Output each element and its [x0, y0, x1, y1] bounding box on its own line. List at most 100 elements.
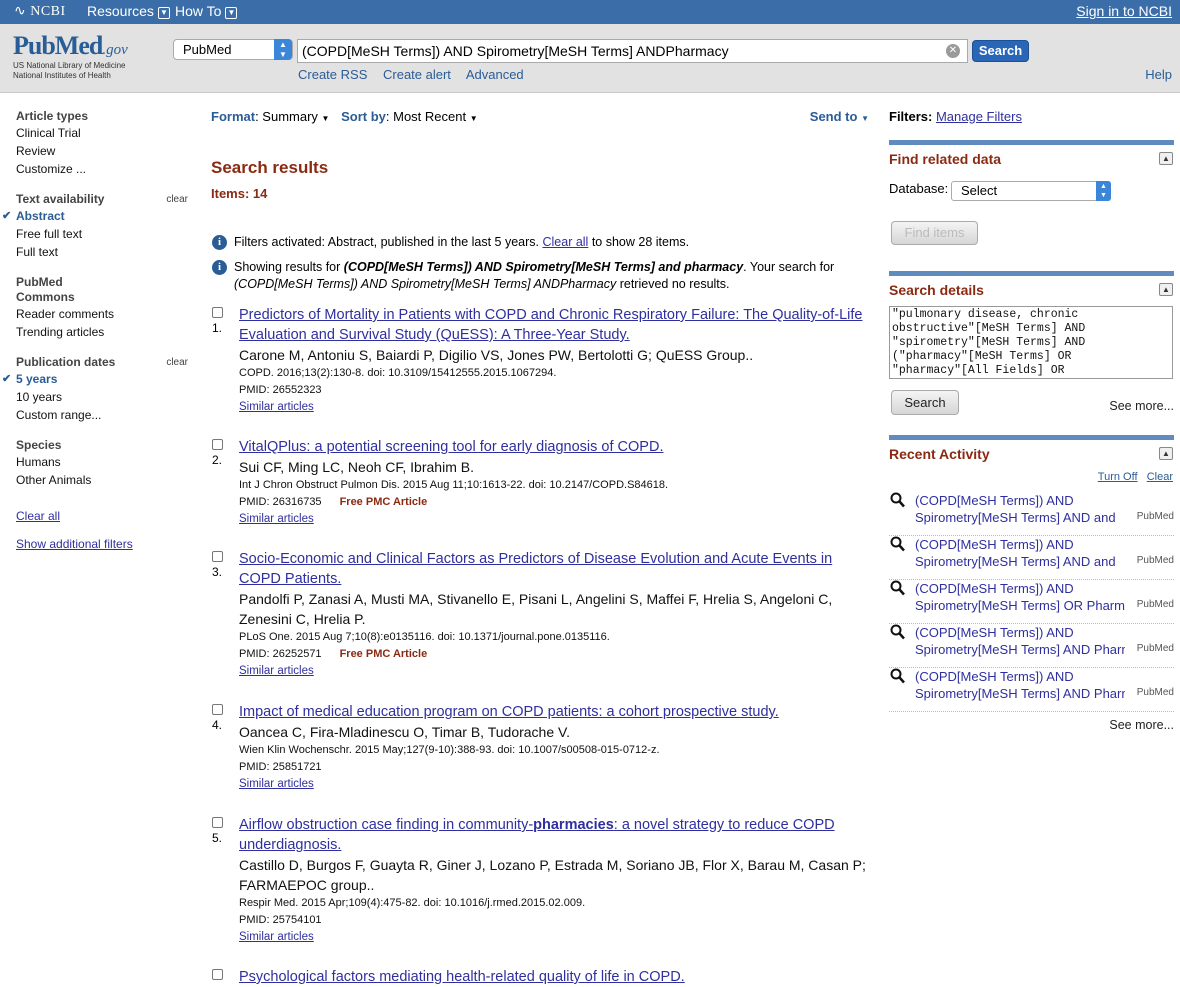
clear-activity-link[interactable]: Clear [1147, 471, 1173, 483]
clear-publication-dates-link[interactable]: clear [166, 355, 188, 370]
filters-label: Filters: [889, 109, 933, 124]
format-control[interactable]: Format: Summary ▼ [211, 109, 329, 124]
nih-label: National Institutes of Health [13, 71, 111, 80]
database-select-value: PubMed [183, 42, 232, 57]
send-to-control[interactable]: Send to ▼ [810, 109, 869, 124]
activity-line: Spirometry[MeSH Terms] AND and [915, 510, 1116, 525]
filter-10-years[interactable]: 10 years [16, 388, 188, 406]
collapse-toggle-icon[interactable]: ▲ [1159, 152, 1173, 165]
search-details-button[interactable]: Search [891, 390, 959, 415]
activity-item[interactable]: (COPD[MeSH Terms]) AND Spirometry[MeSH Te… [889, 624, 1174, 668]
result-title-link[interactable]: VitalQPlus: a potential screening tool f… [239, 437, 877, 457]
result-title-link[interactable]: Socio-Economic and Clinical Factors as P… [239, 549, 877, 589]
search-magnifier-icon [890, 668, 905, 684]
similar-articles-link[interactable]: Similar articles [239, 663, 877, 680]
article-types-heading: Article types [16, 109, 188, 124]
result-checkbox[interactable] [212, 307, 223, 318]
create-rss-link[interactable]: Create RSS [298, 67, 367, 82]
result-title-link[interactable]: Psychological factors mediating health-r… [239, 967, 877, 987]
filter-humans[interactable]: Humans [16, 453, 188, 471]
filter-5-years[interactable]: 5 years [2, 370, 188, 388]
search-details-see-more-link[interactable]: See more... [1109, 399, 1174, 413]
how-to-menu[interactable]: How To ▼ [175, 3, 238, 19]
clear-text-availability-link[interactable]: clear [166, 192, 188, 207]
filter-review[interactable]: Review [16, 142, 188, 160]
collapse-toggle-icon[interactable]: ▲ [1159, 447, 1173, 460]
result-checkbox[interactable] [212, 817, 223, 828]
recent-activity-see-more-link[interactable]: See more... [1109, 718, 1174, 732]
result-checkbox[interactable] [212, 551, 223, 562]
activity-line: Spirometry[MeSH Terms] AND Pharm [915, 686, 1125, 701]
result-pmid: PMID: 25754101 [239, 912, 877, 929]
filter-full-text[interactable]: Full text [16, 243, 188, 261]
search-results-heading: Search results [211, 158, 329, 177]
showing-results-message: i Showing results for (COPD[MeSH Terms])… [211, 259, 877, 293]
result-number: 5. [212, 831, 223, 845]
pubmed-logo-text: PubMed [13, 31, 103, 60]
result-checkbox[interactable] [212, 439, 223, 450]
ncbi-logo-text: NCBI [30, 4, 66, 19]
filter-clinical-trial[interactable]: Clinical Trial [16, 124, 188, 142]
activity-item[interactable]: (COPD[MeSH Terms]) AND Spirometry[MeSH Te… [889, 492, 1174, 536]
result-title-link[interactable]: Predictors of Mortality in Patients with… [239, 305, 877, 345]
result-title-link[interactable]: Airflow obstruction case finding in comm… [239, 815, 877, 855]
result-checkbox[interactable] [212, 969, 223, 980]
search-magnifier-icon [890, 492, 905, 508]
activity-line: Spirometry[MeSH Terms] OR Pharma [915, 598, 1125, 613]
help-link[interactable]: Help [1145, 67, 1172, 82]
info-clear-all-link[interactable]: Clear all [542, 235, 588, 249]
original-query: (COPD[MeSH Terms]) AND Spirometry[MeSH T… [234, 277, 617, 291]
search-details-textarea[interactable]: "pulmonary disease, chronic obstructive"… [889, 306, 1173, 379]
create-alert-link[interactable]: Create alert [383, 67, 451, 82]
related-database-select[interactable]: Select ▲ ▼ [951, 181, 1111, 201]
text-availability-heading: Text availability clear [16, 192, 188, 207]
filter-customize[interactable]: Customize ... [16, 160, 188, 178]
section-divider [889, 435, 1174, 440]
article-types-title: Article types [16, 109, 89, 123]
result-authors: Pandolfi P, Zanasi A, Musti MA, Stivanel… [239, 591, 833, 627]
ncbi-logo[interactable]: ∿ NCBI [14, 3, 66, 20]
related-database-value: Select [961, 183, 998, 198]
similar-articles-link[interactable]: Similar articles [239, 776, 877, 793]
sign-in-link[interactable]: Sign in to NCBI [1076, 3, 1172, 19]
similar-articles-link[interactable]: Similar articles [239, 399, 877, 416]
search-magnifier-icon [890, 624, 905, 640]
clear-search-icon[interactable]: ✕ [946, 44, 960, 58]
result-item: 2. VitalQPlus: a potential screening too… [211, 437, 877, 528]
section-divider [889, 140, 1174, 145]
similar-articles-link[interactable]: Similar articles [239, 929, 877, 946]
filter-free-full-text[interactable]: Free full text [16, 225, 188, 243]
turn-off-link[interactable]: Turn Off [1098, 471, 1138, 483]
search-header: PubMed.gov US National Library of Medici… [0, 24, 1180, 93]
info1-text: Filters activated: Abstract, published i… [234, 235, 543, 249]
resources-menu[interactable]: Resources ▼ [87, 3, 170, 19]
result-title-link[interactable]: Impact of medical education program on C… [239, 702, 877, 722]
result-authors: Sui CF, Ming LC, Neoh CF, Ibrahim B. [239, 459, 474, 475]
filter-reader-comments[interactable]: Reader comments [16, 305, 188, 323]
find-items-button[interactable]: Find items [891, 221, 978, 245]
advanced-search-link[interactable]: Advanced [466, 67, 524, 82]
search-input[interactable]: (COPD[MeSH Terms]) AND Spirometry[MeSH T… [297, 39, 968, 63]
activity-item[interactable]: (COPD[MeSH Terms]) AND Spirometry[MeSH Te… [889, 536, 1174, 580]
filter-trending-articles[interactable]: Trending articles [16, 323, 188, 341]
manage-filters-link[interactable]: Manage Filters [936, 109, 1022, 124]
clear-all-filters-link[interactable]: Clear all [16, 509, 60, 523]
activity-item[interactable]: (COPD[MeSH Terms]) AND Spirometry[MeSH Te… [889, 668, 1174, 712]
show-additional-filters-link[interactable]: Show additional filters [16, 537, 133, 551]
result-checkbox[interactable] [212, 704, 223, 715]
filter-custom-range[interactable]: Custom range... [16, 406, 188, 424]
collapse-toggle-icon[interactable]: ▲ [1159, 283, 1173, 296]
database-select[interactable]: PubMed ▲ ▼ [173, 39, 293, 60]
search-details-panel: Search details ▲ "pulmonary disease, chro… [889, 282, 1174, 432]
activity-item[interactable]: (COPD[MeSH Terms]) AND Spirometry[MeSH Te… [889, 580, 1174, 624]
chevron-down-icon: ▼ [157, 7, 170, 19]
items-count: Items: 14 [211, 186, 268, 201]
similar-articles-link[interactable]: Similar articles [239, 511, 877, 528]
filter-abstract[interactable]: Abstract [2, 207, 188, 225]
info1-suffix: to show 28 items. [588, 235, 690, 249]
search-button[interactable]: Search [972, 40, 1029, 62]
pubmed-logo[interactable]: PubMed.gov US National Library of Medici… [13, 31, 128, 81]
sort-control[interactable]: Sort by: Most Recent ▼ [341, 109, 478, 124]
filter-other-animals[interactable]: Other Animals [16, 471, 188, 489]
activity-line: (COPD[MeSH Terms]) AND [915, 581, 1074, 596]
